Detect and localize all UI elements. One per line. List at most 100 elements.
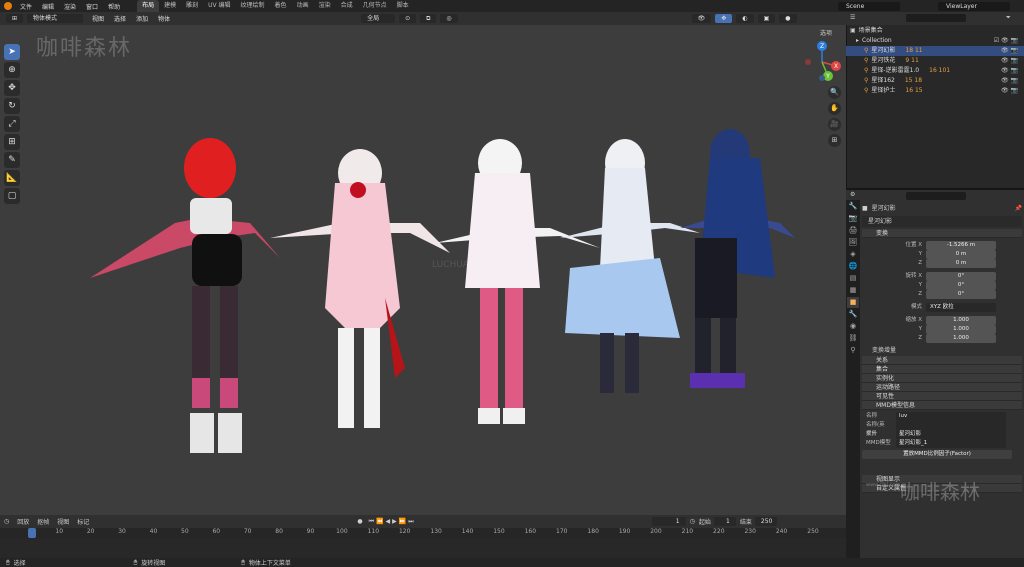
menu-edit[interactable]: 编辑 [37, 2, 59, 11]
tab-layout[interactable]: 布局 [137, 0, 160, 12]
scene-collection-row[interactable]: ▣ 场景集合 [846, 26, 1024, 36]
move-tool-icon[interactable]: ✥ [4, 80, 20, 96]
menu-add[interactable]: 添加 [131, 14, 153, 23]
character-5[interactable] [680, 129, 795, 388]
tab-geometry-nodes[interactable]: 几何节点 [358, 0, 392, 12]
menu-timeline-view[interactable]: 视图 [57, 517, 69, 526]
menu-keying[interactable]: 抠帧 [37, 517, 49, 526]
location-y[interactable]: Y0 m [862, 250, 1022, 259]
outliner-item-2[interactable]: ⚲ 星铎-逆影雷霆1.0 16 101 👁 📷 [846, 66, 1024, 76]
scene-tab-icon[interactable]: ◈ [847, 249, 859, 260]
transform-tool-icon[interactable]: ⊞ [4, 134, 20, 150]
timeline-editor-icon[interactable]: ◷ [4, 518, 9, 525]
outliner-item-1[interactable]: ⚲ 星河铁花 9 11 👁 📷 [846, 56, 1024, 66]
data-tab-icon[interactable]: ⚲ [847, 345, 859, 356]
clock-icon[interactable]: ◷ [690, 518, 695, 525]
menu-render[interactable]: 渲染 [59, 2, 81, 11]
shading-solid-icon[interactable]: ● [779, 14, 797, 23]
view-layer-tab-icon[interactable]: 🖼 [847, 237, 859, 248]
mmd-factor-button[interactable]: 置放MMD比例因子(Factor) [862, 450, 1022, 459]
character-2[interactable] [270, 149, 450, 428]
location-z[interactable]: Z0 m [862, 259, 1022, 268]
annotate-tool-icon[interactable]: ✎ [4, 152, 20, 168]
rotation-mode[interactable]: 模式 XYZ 欧拉 [862, 303, 1022, 312]
visibility-eye-icon[interactable]: 👁 📷 [1001, 86, 1018, 96]
prev-key-icon[interactable]: ⏪ [376, 518, 383, 525]
menu-view[interactable]: 视图 [87, 14, 109, 23]
scale-x[interactable]: 缩放 X 1.000 [862, 316, 1022, 325]
rotation-x[interactable]: 旋转 X 0° [862, 272, 1022, 281]
cursor-tool-icon[interactable]: ⊕ [4, 62, 20, 78]
view-layer-selector[interactable]: ViewLayer [938, 2, 1010, 11]
blender-logo-icon[interactable] [4, 2, 12, 10]
menu-select[interactable]: 选择 [109, 14, 131, 23]
tab-rendering[interactable]: 渲染 [314, 0, 336, 12]
measure-tool-icon[interactable]: 📐 [4, 170, 20, 186]
rotation-z[interactable]: Z 0° [862, 290, 1022, 299]
tool-tab-icon[interactable]: 🔧 [847, 201, 859, 212]
camera-icon[interactable]: 🎥 [828, 118, 841, 131]
transform-orientation-dropdown[interactable]: 全局 [361, 14, 396, 23]
mmd-name[interactable]: 名称 luv [862, 412, 1022, 421]
options-label[interactable]: 选项 [820, 28, 832, 37]
rotation-y[interactable]: Y 0° [862, 281, 1022, 290]
add-cube-icon[interactable]: ▢ [4, 188, 20, 204]
outliner-search-input[interactable] [906, 14, 966, 22]
pin-icon[interactable]: 📌 [1015, 203, 1022, 214]
outliner-item-3[interactable]: ⚲ 星铎162 15 18 👁 📷 [846, 76, 1024, 86]
visibility-eye-icon[interactable]: ☑ 👁 📷 [994, 36, 1018, 46]
tab-compositing[interactable]: 合成 [336, 0, 358, 12]
menu-playback[interactable]: 回放 [17, 517, 29, 526]
visibility-panel-header[interactable]: 可见性 [862, 392, 1022, 401]
grid-view-icon[interactable]: ⊞ [828, 134, 841, 147]
physics-tab-icon[interactable]: ◉ [847, 321, 859, 332]
instancing-panel-header[interactable]: 实例化 [862, 374, 1022, 383]
menu-object[interactable]: 物体 [153, 14, 175, 23]
visibility-eye-icon[interactable]: 👁 📷 [1001, 76, 1018, 86]
visibility-eye-icon[interactable]: 👁 📷 [1001, 46, 1018, 56]
character-1[interactable] [90, 138, 280, 453]
menu-window[interactable]: 窗口 [81, 2, 103, 11]
visibility-eye-icon[interactable]: 👁 📷 [1001, 56, 1018, 66]
output-tab-icon[interactable]: 🖨 [847, 225, 859, 236]
select-tool-icon[interactable]: ➤ [4, 44, 20, 60]
current-frame-field[interactable]: 1 [651, 517, 686, 526]
constraint-tab-icon[interactable]: ⛓ [847, 333, 859, 344]
filter-icon[interactable]: ⏷ [1006, 14, 1011, 22]
start-frame-field[interactable]: 1 [713, 517, 736, 526]
scale-y[interactable]: Y 1.000 [862, 325, 1022, 334]
outliner-item-4[interactable]: ⚲ 星铎护士 16 15 👁 📷 [846, 86, 1024, 96]
overlay-icon[interactable]: ◐ [736, 14, 754, 23]
object-name-field[interactable]: 星河幻影 [872, 203, 896, 214]
properties-search-input[interactable] [906, 192, 966, 200]
collection-tab-icon[interactable]: ▤ [847, 273, 859, 284]
scale-tool-icon[interactable]: ⤢ [4, 116, 20, 132]
gizmo-toggle-icon[interactable]: ✥ [715, 14, 733, 23]
tab-sculpting[interactable]: 雕刻 [181, 0, 203, 12]
menu-help[interactable]: 帮助 [103, 2, 125, 11]
delta-transform-header[interactable]: 变换增量 [862, 346, 1022, 356]
transform-panel-header[interactable]: 变换 [862, 229, 1022, 238]
play-reverse-icon[interactable]: ◀ [385, 518, 390, 525]
texture-tab-icon[interactable]: ▦ [847, 285, 859, 296]
play-icon[interactable]: ▶ [392, 518, 397, 525]
properties-editor-icon[interactable]: ⚙ [850, 191, 855, 198]
mmd-name-en[interactable]: 名称(英文) [862, 421, 1022, 437]
mmd-model[interactable]: MMD模型 星河幻影_1 [862, 439, 1022, 448]
collection-row[interactable]: ▸ Collection ☑ 👁 📷 [846, 36, 1024, 46]
menu-marker[interactable]: 标记 [77, 517, 89, 526]
jump-start-icon[interactable]: ⏮ [369, 518, 374, 526]
object-tab-icon[interactable]: ■ [847, 297, 859, 308]
world-tab-icon[interactable]: 🌐 [847, 261, 859, 272]
location-x[interactable]: 位置 X -1.5266 m [862, 241, 1022, 250]
character-4[interactable] [560, 139, 700, 393]
object-data-field[interactable]: 星河幻影 [862, 216, 1022, 227]
record-icon[interactable]: ● [357, 518, 362, 525]
scale-z[interactable]: Z 1.000 [862, 334, 1022, 343]
pivot-icon[interactable]: ⊙ [399, 14, 417, 23]
mmd-panel-header[interactable]: MMD模型信息 [862, 401, 1022, 410]
playhead[interactable] [28, 528, 36, 538]
tab-scripting[interactable]: 脚本 [392, 0, 414, 12]
tab-shading[interactable]: 着色 [270, 0, 292, 12]
mmd-root[interactable]: 根骨 星河幻影 [862, 430, 1022, 439]
